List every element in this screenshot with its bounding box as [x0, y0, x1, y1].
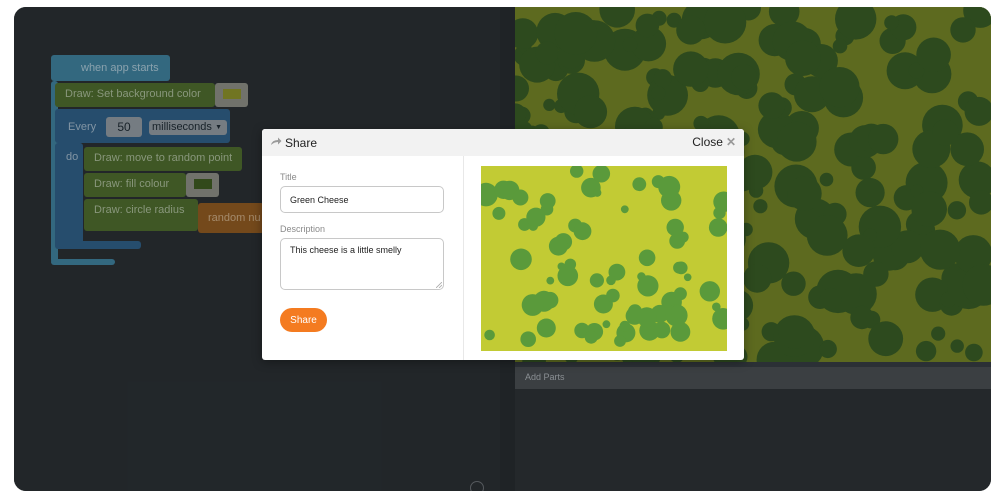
title-label: Title [280, 172, 297, 182]
preview-image [481, 166, 727, 351]
share-button[interactable]: Share [280, 308, 327, 332]
artwork-circle [526, 207, 546, 227]
artwork-circle [593, 188, 602, 197]
artwork-circle [916, 37, 951, 73]
artwork-circle [832, 38, 848, 54]
artwork-circle [855, 178, 885, 208]
artwork-circle [920, 229, 961, 270]
artwork-circle [851, 155, 876, 180]
artwork-circle [620, 205, 629, 214]
artwork-circle [638, 249, 656, 267]
artwork-circle [819, 287, 842, 310]
description-field[interactable]: This cheese is a little smelly [280, 238, 444, 290]
artwork-circle [868, 123, 899, 155]
artwork-circle [574, 95, 608, 129]
artwork-circle [911, 191, 947, 227]
artwork-circle [573, 222, 592, 241]
artwork-circle [819, 67, 860, 108]
artwork-circle [546, 276, 555, 285]
artwork-circle [819, 342, 834, 357]
artwork-circle [932, 119, 959, 146]
artwork-circle [931, 326, 946, 341]
artwork-circle [673, 51, 709, 87]
artwork-circle [492, 206, 506, 220]
preview-drawing [481, 166, 727, 351]
artwork-circle [521, 294, 544, 316]
artwork-circle [670, 305, 684, 319]
artwork-circle [950, 17, 976, 43]
title-field[interactable] [280, 186, 444, 213]
artwork-circle [713, 206, 726, 220]
share-arrow-icon [271, 137, 282, 145]
artwork-circle [637, 275, 659, 297]
scroll-knob-icon[interactable] [470, 481, 484, 491]
artwork-circle [564, 258, 577, 271]
artwork-circle [543, 98, 556, 111]
artwork-circle [850, 305, 874, 330]
artwork-circle [673, 287, 687, 301]
artwork-circle [708, 218, 727, 237]
artwork-circle [541, 291, 559, 309]
artwork-circle [785, 40, 821, 76]
artwork-circle [863, 261, 889, 287]
artwork-circle [884, 15, 899, 30]
artwork-circle [510, 248, 532, 271]
resize-grip-icon[interactable] [436, 282, 442, 288]
close-icon: ✕ [725, 135, 736, 149]
artwork-circle [868, 321, 904, 357]
artwork-circle [965, 343, 983, 362]
artwork-circle [653, 321, 671, 339]
artwork-circle [915, 340, 937, 362]
artwork-circle [596, 172, 603, 179]
artwork-circle [484, 329, 495, 341]
dialog-divider [463, 156, 464, 360]
dialog-title: Share [285, 136, 318, 150]
artwork-circle [819, 172, 834, 187]
description-label: Description [280, 224, 326, 234]
artwork-circle [520, 331, 536, 347]
add-parts-bar[interactable]: Add Parts [515, 367, 991, 389]
artwork-circle [673, 261, 685, 274]
artwork-circle [778, 316, 811, 349]
artwork-circle [947, 201, 967, 220]
artwork-circle [636, 307, 657, 328]
parts-panel [515, 389, 991, 491]
artwork-circle [950, 339, 964, 353]
artwork-circle [584, 330, 598, 344]
artwork-circle [512, 189, 529, 206]
artwork-circle [554, 12, 598, 55]
artwork-circle [614, 335, 626, 347]
artwork-circle [536, 318, 556, 338]
artwork-circle [758, 92, 786, 119]
artwork-circle [676, 15, 706, 45]
add-parts-label: Add Parts [525, 372, 565, 382]
artwork-circle [589, 273, 604, 288]
close-label: Close [692, 135, 723, 149]
artwork-circle [632, 177, 647, 192]
artwork-circle [731, 64, 757, 91]
artwork-circle [606, 275, 616, 286]
artwork-circle [787, 176, 822, 211]
artwork-circle [658, 175, 681, 198]
artwork-circle [651, 86, 666, 101]
artwork-circle [753, 199, 768, 214]
artwork-circle [635, 13, 660, 38]
artwork-circle [701, 287, 712, 298]
artwork-circle [806, 215, 848, 256]
artwork-circle [683, 273, 692, 282]
share-dialog: Share Close✕ Title Description This chee… [262, 129, 744, 360]
artwork-circle [539, 193, 556, 209]
artwork-circle [743, 264, 772, 293]
artwork-circle [622, 37, 638, 52]
artwork-circle [842, 234, 875, 267]
dialog-header: Share Close ✕ [262, 129, 744, 156]
artwork-circle [535, 41, 559, 65]
artwork-circle [653, 69, 672, 88]
artwork-circle [776, 121, 817, 162]
artwork-circle [602, 320, 611, 329]
artwork-circle [606, 288, 620, 303]
close-button[interactable]: Close ✕ [692, 135, 736, 149]
artwork-circle [666, 218, 684, 237]
artwork-circle [548, 236, 568, 256]
